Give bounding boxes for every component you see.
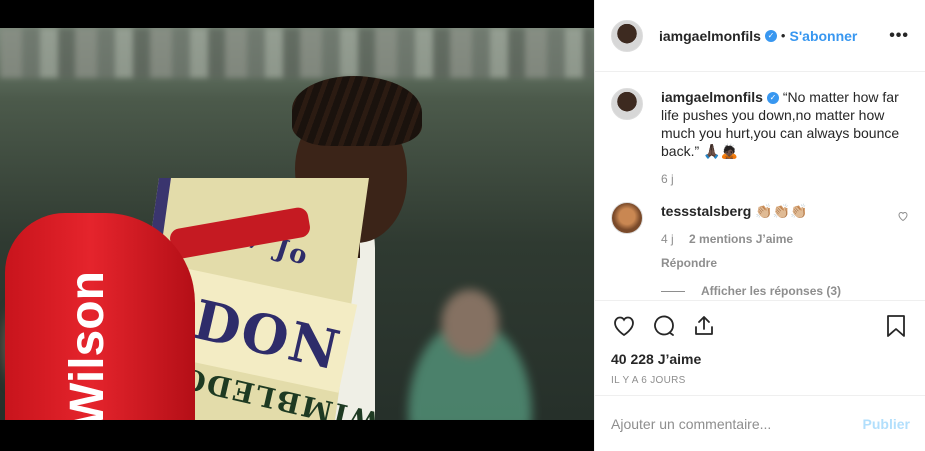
bag-brand-logo: Wilson bbox=[61, 271, 114, 420]
post-date[interactable]: IL Y A 6 JOURS bbox=[611, 375, 909, 386]
action-bar bbox=[611, 311, 909, 341]
photo-crowd-background bbox=[0, 28, 594, 78]
heart-icon[interactable] bbox=[611, 313, 637, 339]
replies-divider-line bbox=[661, 290, 685, 292]
more-options-icon[interactable]: ••• bbox=[889, 27, 909, 45]
author-username[interactable]: iamgaelmonfils bbox=[659, 28, 761, 44]
share-icon[interactable] bbox=[691, 313, 717, 339]
caption-comment: iamgaelmonfils ✓ “No matter how far life … bbox=[611, 88, 909, 188]
header-separator: • bbox=[780, 28, 786, 43]
comment-input[interactable] bbox=[611, 415, 863, 432]
comment-text: 👏🏼👏🏼👏🏼 bbox=[755, 203, 808, 219]
follow-button[interactable]: S'abonner bbox=[789, 28, 857, 44]
post-side-panel: iamgaelmonfils ✓ • S'abonner ••• iamgael… bbox=[594, 0, 925, 451]
comment-time[interactable]: 4 j bbox=[661, 232, 674, 246]
author-avatar[interactable] bbox=[611, 19, 643, 52]
comments-list[interactable]: iamgaelmonfils ✓ “No matter how far life … bbox=[595, 72, 925, 300]
likes-count[interactable]: 40 228 J’aime bbox=[611, 351, 909, 367]
comment-item: tessstalsberg 👏🏼👏🏼👏🏼 4 j 2 mentions J’ai… bbox=[611, 202, 909, 272]
bookmark-icon[interactable] bbox=[883, 313, 909, 339]
comment-likes[interactable]: 2 mentions J’aime bbox=[689, 232, 793, 246]
caption-verified-icon: ✓ bbox=[766, 92, 779, 105]
reply-button[interactable]: Répondre bbox=[661, 254, 807, 272]
caption-avatar[interactable] bbox=[611, 88, 643, 120]
comment-like-heart-icon[interactable] bbox=[897, 210, 909, 272]
caption-body: iamgaelmonfils ✓ “No matter how far life … bbox=[661, 88, 909, 188]
commenter-username[interactable]: tessstalsberg bbox=[661, 203, 751, 219]
show-replies-label: Afficher les réponses (3) bbox=[701, 284, 842, 298]
comment-icon[interactable] bbox=[651, 313, 677, 339]
comment-meta: 4 j 2 mentions J’aime bbox=[661, 230, 807, 248]
photo-background-figure bbox=[380, 278, 560, 420]
commenter-avatar[interactable] bbox=[611, 202, 643, 234]
caption-time-text[interactable]: 6 j bbox=[661, 172, 674, 186]
comment-body: tessstalsberg 👏🏼👏🏼👏🏼 4 j 2 mentions J’ai… bbox=[661, 202, 807, 272]
post-photo: EDON WIMBLEDON 7 Jo Wilson bbox=[0, 28, 594, 420]
post-media[interactable]: EDON WIMBLEDON 7 Jo Wilson bbox=[0, 0, 594, 451]
verified-badge-icon: ✓ bbox=[764, 29, 777, 42]
show-replies-button[interactable]: Afficher les réponses (3) bbox=[661, 284, 909, 298]
post-header: iamgaelmonfils ✓ • S'abonner ••• bbox=[595, 0, 925, 72]
caption-time: 6 j bbox=[661, 170, 909, 188]
add-comment-bar: Publier bbox=[595, 395, 925, 451]
caption-username[interactable]: iamgaelmonfils bbox=[661, 89, 763, 105]
post-actions-section: 40 228 J’aime IL Y A 6 JOURS bbox=[595, 300, 925, 386]
post-comment-button[interactable]: Publier bbox=[863, 416, 910, 432]
photo-player-hair bbox=[292, 76, 422, 146]
